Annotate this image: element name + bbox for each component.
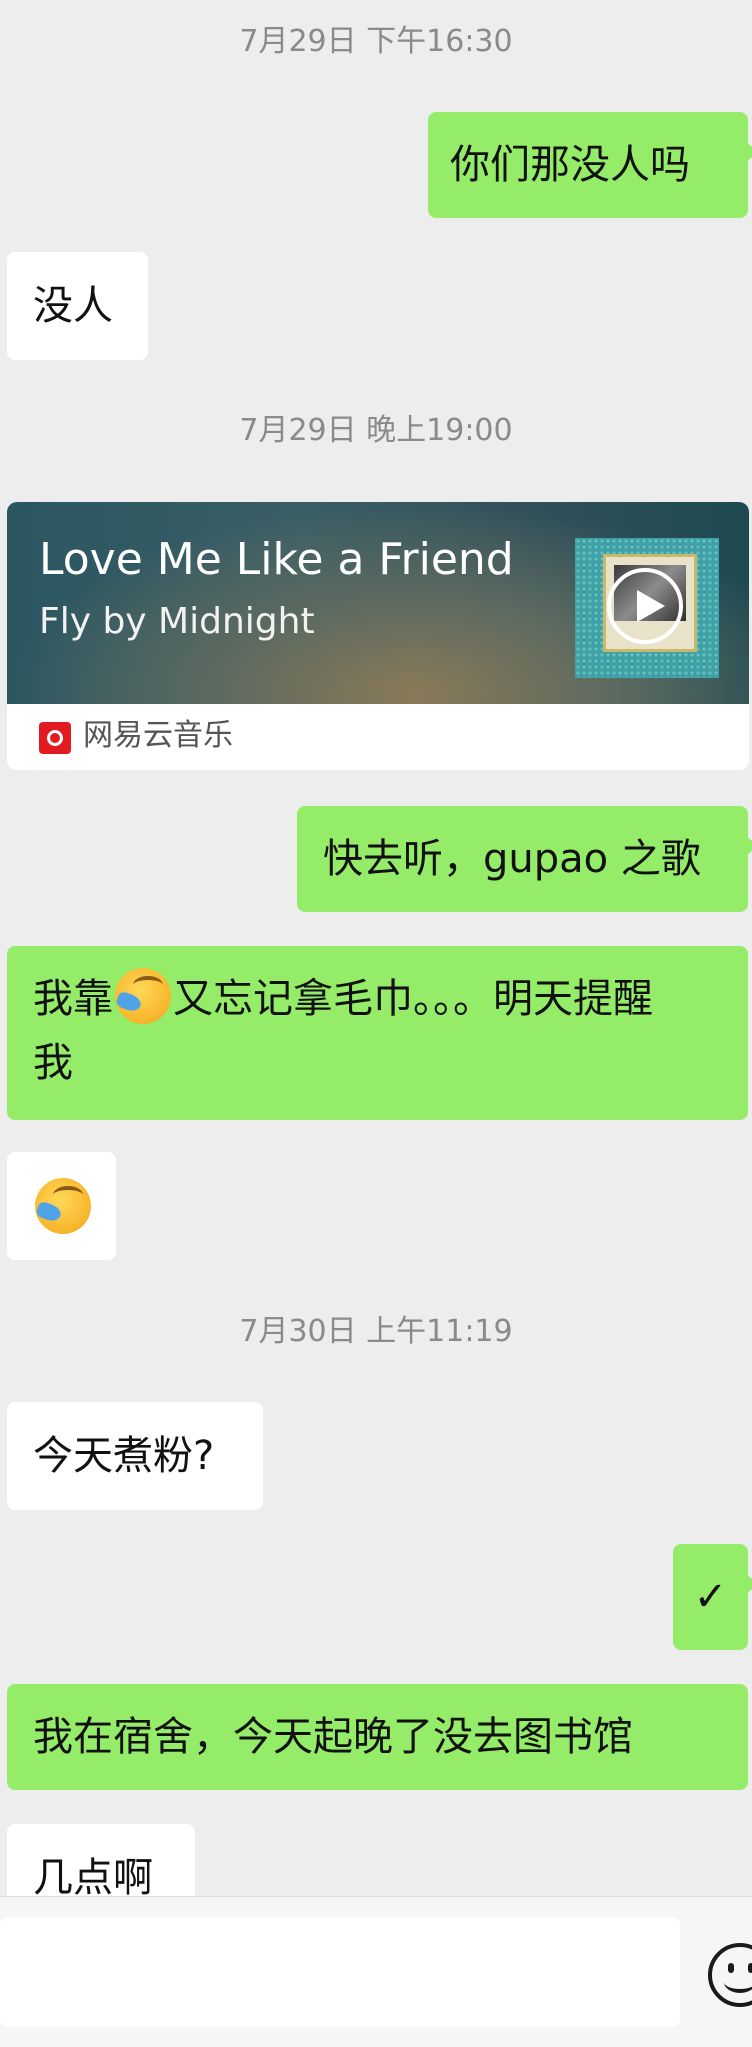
timestamp: 7月29日 下午16:30 <box>239 24 513 59</box>
message-bubble-sent[interactable]: 我靠 又忘记拿毛巾。。。明天提醒 我 <box>7 946 748 1120</box>
music-share-card[interactable]: Love Me Like a Friend Fly by Midnight 网易… <box>7 502 749 770</box>
message-text: 你们那没人吗 <box>450 142 690 188</box>
message-bubble-sent[interactable]: ✓ <box>673 1544 752 1650</box>
timestamp: 7月30日 上午11:19 <box>239 1314 513 1349</box>
message-text: 我 <box>33 1040 73 1086</box>
facepalm-emoji <box>35 1178 91 1234</box>
message-text: 没人 <box>33 283 113 329</box>
music-source-label: 网易云音乐 <box>83 718 233 753</box>
music-card-footer: 网易云音乐 <box>7 704 749 770</box>
message-bubble-received[interactable] <box>7 1152 116 1260</box>
message-input[interactable] <box>0 1917 680 2027</box>
music-card-banner: Love Me Like a Friend Fly by Midnight <box>7 502 749 704</box>
message-bubble-sent[interactable]: 你们那没人吗 <box>428 112 752 218</box>
message-text: 快去听，gupao 之歌 <box>323 836 701 882</box>
netease-music-icon <box>39 722 71 754</box>
message-text: 我在宿舍，今天起晚了没去图书馆 <box>33 1714 633 1760</box>
message-bubble-sent[interactable]: 快去听，gupao 之歌 <box>297 806 752 912</box>
message-text: ✓ <box>693 1574 728 1620</box>
message-bubble-received[interactable]: 没人 <box>7 252 148 360</box>
message-bubble-received[interactable]: 今天煮粉? <box>7 1402 263 1510</box>
facepalm-emoji <box>115 968 171 1024</box>
chat-input-bar <box>0 1896 752 2047</box>
emoji-smiley-icon[interactable] <box>708 1943 752 2007</box>
message-bubble-sent[interactable]: 我在宿舍，今天起晚了没去图书馆 <box>7 1684 748 1790</box>
timestamp: 7月29日 晚上19:00 <box>239 413 513 448</box>
message-text: 几点啊 <box>33 1855 153 1901</box>
message-text: 又忘记拿毛巾。。。明天提醒 <box>173 976 653 1022</box>
message-text: 我靠 <box>33 976 113 1022</box>
play-icon[interactable] <box>607 568 683 644</box>
song-artist: Fly by Midnight <box>39 601 315 642</box>
message-text: 今天煮粉? <box>33 1433 215 1479</box>
album-cover <box>575 538 719 678</box>
song-title: Love Me Like a Friend <box>39 534 514 585</box>
